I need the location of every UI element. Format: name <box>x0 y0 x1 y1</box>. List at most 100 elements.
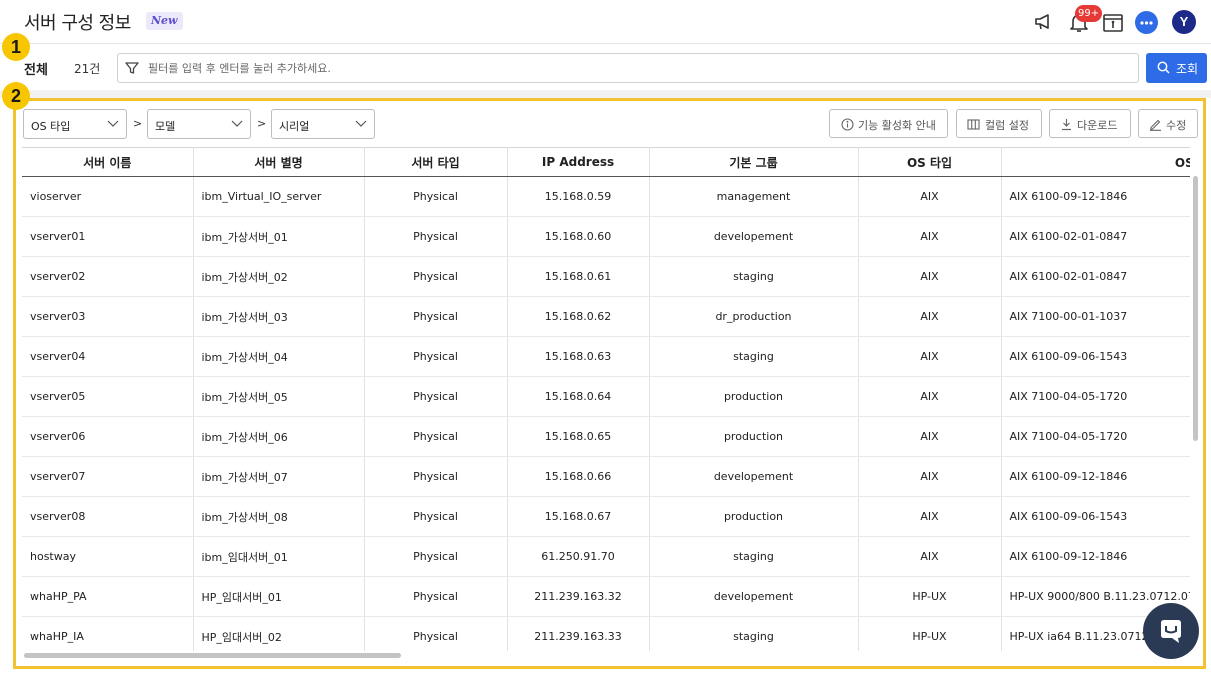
table-cell: 15.168.0.62 <box>507 296 650 337</box>
serial-dropdown-label: 시리얼 <box>279 120 310 133</box>
search-button[interactable]: 조회 <box>1146 53 1207 83</box>
total-count: 21건 <box>74 62 101 76</box>
table-cell: vioserver <box>22 176 194 217</box>
server-table-container[interactable]: 서버 이름 서버 별명 서버 타입 IP Address 기본 그룹 OS 타입… <box>22 147 1190 651</box>
table-cell: whaHP_PA <box>22 576 194 617</box>
table-row[interactable]: vserver04 ibm_가상서버_04 Physical 15.168.0.63 s… <box>22 336 1190 377</box>
table-cell: vserver03 <box>22 296 194 337</box>
table-row[interactable]: whaHP_PA HP_임대서버_01 Physical 211.239.163.32… <box>22 576 1190 617</box>
table-cell: vserver02 <box>22 256 194 297</box>
column-header[interactable]: 서버 타입 <box>364 147 508 177</box>
table-row[interactable]: vserver03 ibm_가상서버_03 Physical 15.168.0.62 d… <box>22 296 1190 337</box>
table-cell: AIX <box>858 216 1002 257</box>
chat-support-button[interactable] <box>1143 603 1199 659</box>
feature-guide-button[interactable]: 기능 활성화 안내 <box>829 109 948 138</box>
breadcrumb-separator: > <box>257 117 267 130</box>
table-cell: staging <box>649 536 859 577</box>
step-marker-2: 2 <box>2 82 30 110</box>
table-cell: Physical <box>364 176 508 217</box>
edit-button[interactable]: 수정 <box>1138 109 1198 138</box>
table-cell: 211.239.163.32 <box>507 576 650 617</box>
column-header[interactable]: 서버 별명 <box>193 147 365 177</box>
column-settings-button[interactable]: 컬럼 설정 <box>956 109 1042 138</box>
table-row[interactable]: vserver06 ibm_가상서버_06 Physical 15.168.0.65 p… <box>22 416 1190 457</box>
table-row[interactable]: hostway ibm_임대서버_01 Physical 61.250.91.70 st… <box>22 536 1190 577</box>
chat-icon[interactable] <box>1135 11 1158 34</box>
column-header[interactable]: 기본 그룹 <box>649 147 859 177</box>
table-row[interactable]: vserver01 ibm_가상서버_01 Physical 15.168.0.60 d… <box>22 216 1190 257</box>
table-cell: ibm_가상서버_01 <box>193 216 365 257</box>
table-cell: AIX <box>858 496 1002 537</box>
megaphone-icon[interactable] <box>1033 10 1057 34</box>
table-cell: Physical <box>364 536 508 577</box>
table-cell: 15.168.0.67 <box>507 496 650 537</box>
table-cell: hostway <box>22 536 194 577</box>
table-cell: ibm_가상서버_03 <box>193 296 365 337</box>
table-cell: developement <box>649 456 859 497</box>
table-cell: 211.239.163.33 <box>507 616 650 651</box>
download-label: 다운로드 <box>1077 119 1118 132</box>
chat-bubble-icon <box>1161 620 1181 643</box>
table-cell: AIX <box>858 256 1002 297</box>
column-header[interactable]: IP Address <box>507 147 650 177</box>
filter-input-box[interactable] <box>117 53 1139 83</box>
serial-dropdown[interactable]: 시리얼 <box>271 109 375 139</box>
filter-icon <box>125 62 139 74</box>
table-row[interactable]: vserver08 ibm_가상서버_08 Physical 15.168.0.67 p… <box>22 496 1190 537</box>
os-type-dropdown[interactable]: OS 타입 <box>23 109 127 139</box>
server-table: 서버 이름 서버 별명 서버 타입 IP Address 기본 그룹 OS 타입… <box>22 147 1190 651</box>
user-avatar[interactable]: Y <box>1172 10 1196 34</box>
chevron-down-icon <box>107 120 119 127</box>
breadcrumb-separator: > <box>133 117 143 130</box>
edit-label: 수정 <box>1166 119 1187 132</box>
table-row[interactable]: vioserver ibm_Virtual_IO_server Physical 15… <box>22 176 1190 217</box>
filter-input[interactable] <box>148 58 1108 78</box>
table-cell: Physical <box>364 416 508 457</box>
table-cell: Physical <box>364 336 508 377</box>
table-cell: vserver08 <box>22 496 194 537</box>
table-cell: AIX 6100-02-01-0847 <box>1001 256 1190 297</box>
table-row[interactable]: vserver05 ibm_가상서버_05 Physical 15.168.0.64 p… <box>22 376 1190 417</box>
calendar-icon[interactable] <box>1101 10 1125 34</box>
table-cell: Physical <box>364 456 508 497</box>
table-cell: vserver05 <box>22 376 194 417</box>
table-cell: Physical <box>364 616 508 651</box>
table-cell: Physical <box>364 376 508 417</box>
table-cell: developement <box>649 216 859 257</box>
horizontal-scrollbar[interactable] <box>24 653 401 658</box>
table-row[interactable]: whaHP_IA HP_임대서버_02 Physical 211.239.163.33… <box>22 616 1190 651</box>
table-cell: AIX <box>858 336 1002 377</box>
feature-guide-label: 기능 활성화 안내 <box>858 119 936 132</box>
table-cell: AIX <box>858 456 1002 497</box>
table-cell: 15.168.0.66 <box>507 456 650 497</box>
table-cell: ibm_가상서버_04 <box>193 336 365 377</box>
table-cell: 15.168.0.65 <box>507 416 650 457</box>
column-header[interactable]: 서버 이름 <box>22 147 194 177</box>
download-button[interactable]: 다운로드 <box>1049 109 1131 138</box>
table-cell: ibm_가상서버_06 <box>193 416 365 457</box>
model-dropdown[interactable]: 모델 <box>147 109 251 139</box>
table-cell: AIX 6100-09-06-1543 <box>1001 496 1190 537</box>
table-cell: HP_임대서버_01 <box>193 576 365 617</box>
table-row[interactable]: vserver07 ibm_가상서버_07 Physical 15.168.0.66 d… <box>22 456 1190 497</box>
table-row[interactable]: vserver02 ibm_가상서버_02 Physical 15.168.0.61 s… <box>22 256 1190 297</box>
vertical-scrollbar[interactable] <box>1193 176 1198 441</box>
download-icon <box>1062 119 1071 131</box>
table-cell: AIX 7100-00-01-1037 <box>1001 296 1190 337</box>
table-cell: AIX <box>858 296 1002 337</box>
filter-bar: 전체 21건 조회 <box>0 45 1211 90</box>
table-cell: AIX <box>858 176 1002 217</box>
table-cell: vserver04 <box>22 336 194 377</box>
table-cell: ibm_가상서버_02 <box>193 256 365 297</box>
chevron-down-icon <box>231 120 243 127</box>
table-cell: management <box>649 176 859 217</box>
table-cell: production <box>649 496 859 537</box>
table-cell: ibm_가상서버_07 <box>193 456 365 497</box>
table-cell: HP-UX <box>858 616 1002 651</box>
new-badge: New <box>146 12 183 30</box>
table-cell: ibm_Virtual_IO_server <box>193 176 365 217</box>
table-cell: 15.168.0.61 <box>507 256 650 297</box>
column-header[interactable]: OS 버전 <box>1001 147 1190 177</box>
search-icon <box>1157 61 1170 74</box>
column-header[interactable]: OS 타입 <box>858 147 1002 177</box>
